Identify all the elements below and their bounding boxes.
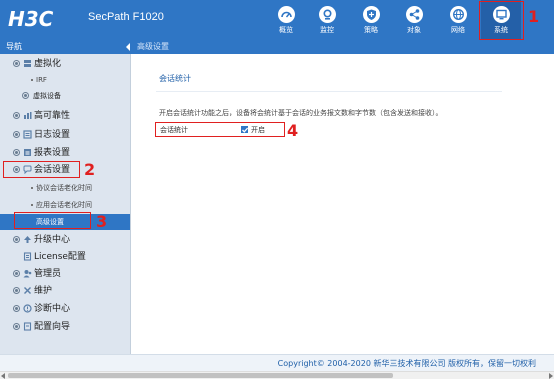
sidebar-item-label: 高可靠性 <box>34 111 71 121</box>
horizontal-scrollbar[interactable] <box>0 371 554 379</box>
enable-checkbox-label[interactable]: 开启 <box>251 125 265 135</box>
sidebar-item-label: 管理员 <box>34 269 62 279</box>
expand-icon <box>13 236 20 243</box>
nav-network-label: 网络 <box>451 26 465 34</box>
wizard-icon <box>23 322 32 331</box>
nav-monitor-button[interactable]: 监控 <box>307 0 347 40</box>
bullet-icon <box>31 79 33 81</box>
expand-icon <box>13 131 20 138</box>
expand-icon <box>13 287 20 294</box>
annotation-3: 3 <box>96 212 108 231</box>
annotation-1: 1 <box>528 7 540 26</box>
sidebar-item-maintenance[interactable]: 维护 <box>0 283 130 299</box>
scrollbar-thumb[interactable] <box>8 373 393 378</box>
sidebar-item-label: 应用会话老化时间 <box>36 201 92 209</box>
section-title: 会话统计 <box>159 74 191 83</box>
sidebar-item-protocol-aging[interactable]: 协议会话老化时间 <box>0 180 130 196</box>
sidebar-item-diagnosis-center[interactable]: 诊断中心 <box>0 301 130 317</box>
product-name: SecPath F1020 <box>88 11 164 23</box>
sidebar-item-label: 配置向导 <box>34 322 71 332</box>
sidebar-item-label: 维护 <box>34 286 53 296</box>
sidebar-item-label: 报表设置 <box>34 148 71 158</box>
expand-icon <box>13 112 20 119</box>
sidebar-item-high-reliability[interactable]: 高可靠性 <box>0 108 130 124</box>
reliability-icon <box>24 112 32 119</box>
enable-checkbox[interactable] <box>241 126 249 133</box>
highlight-box-1 <box>479 1 524 40</box>
annotation-4: 4 <box>287 121 299 140</box>
sidebar-item-admin[interactable]: 管理员 <box>0 266 130 282</box>
bullet-icon <box>31 187 33 189</box>
footer: Copyright© 2004-2020 新华三技术有限公司 版权所有，保留一切… <box>0 354 554 371</box>
session-statistics-label: 会话统计 <box>160 126 188 134</box>
sidebar-item-license[interactable]: License配置 <box>0 249 130 265</box>
nav-policy-label: 策略 <box>364 26 378 34</box>
sidebar-item-label: 升级中心 <box>34 235 71 245</box>
share-icon <box>405 6 423 23</box>
scroll-left-arrow-icon[interactable] <box>1 373 5 379</box>
breadcrumb: 高级设置 <box>131 40 554 54</box>
camera-icon <box>318 6 336 23</box>
expand-icon <box>13 60 20 67</box>
sidebar-item-label: License配置 <box>34 252 86 262</box>
sidebar-item-report-settings[interactable]: 报表设置 <box>0 145 130 161</box>
section-divider <box>156 91 502 92</box>
copyright-text: Copyright© 2004-2020 新华三技术有限公司 版权所有，保留一切… <box>277 359 536 368</box>
sidebar-item-upgrade-center[interactable]: 升级中心 <box>0 232 130 248</box>
expand-icon <box>13 149 20 156</box>
gauge-icon <box>277 6 295 23</box>
expand-icon <box>13 323 20 330</box>
sidebar: 导航 虚拟化 IRF 虚拟设备 高可靠性 日志设置 报表设置 会话设置 协议会话… <box>0 40 131 354</box>
sidebar-item-application-aging[interactable]: 应用会话老化时间 <box>0 197 130 213</box>
sidebar-item-label: 虚拟设备 <box>33 92 61 100</box>
sidebar-title: 导航 <box>0 40 131 54</box>
sidebar-item-label: 日志设置 <box>34 130 71 140</box>
nav-object-button[interactable]: 对象 <box>394 0 434 40</box>
highlight-box-2 <box>3 161 80 178</box>
virtual-icon <box>24 60 31 67</box>
expand-icon <box>22 92 29 99</box>
admin-icon <box>23 270 32 278</box>
expand-icon <box>13 305 20 312</box>
expand-icon <box>13 270 20 277</box>
sidebar-item-virtual-device[interactable]: 虚拟设备 <box>0 88 130 104</box>
sidebar-item-virtualization[interactable]: 虚拟化 <box>0 56 130 72</box>
session-statistics-row: 会话统计 开启 <box>155 122 285 137</box>
shield-icon <box>362 6 380 23</box>
sidebar-item-log-settings[interactable]: 日志设置 <box>0 127 130 143</box>
sidebar-item-label: IRF <box>36 76 47 84</box>
section-description: 开启会话统计功能之后，设备将会统计基于会话的业务报文数和字节数（包含发送和接收）… <box>159 109 443 117</box>
scroll-right-arrow-icon[interactable] <box>549 373 553 379</box>
nav-object-label: 对象 <box>407 26 421 34</box>
log-icon <box>23 130 32 139</box>
diagnosis-icon <box>23 304 32 313</box>
sidebar-item-config-wizard[interactable]: 配置向导 <box>0 319 130 335</box>
sidebar-item-label: 诊断中心 <box>34 304 71 314</box>
sidebar-item-irf[interactable]: IRF <box>0 72 130 88</box>
upgrade-icon <box>24 236 31 243</box>
top-header: H3C SecPath F1020 概览 监控 策略 对象 网络 系统 <box>0 0 554 40</box>
sidebar-item-label: 协议会话老化时间 <box>36 184 92 192</box>
bullet-icon <box>31 204 33 206</box>
license-icon <box>23 252 32 261</box>
sidebar-item-label: 虚拟化 <box>34 59 62 69</box>
nav-overview-label: 概览 <box>279 26 293 34</box>
globe-icon <box>449 6 467 23</box>
nav-overview-button[interactable]: 概览 <box>266 0 306 40</box>
nav-policy-button[interactable]: 策略 <box>351 0 391 40</box>
h3c-logo[interactable]: H3C <box>8 7 53 31</box>
nav-monitor-label: 监控 <box>320 26 334 34</box>
wrench-icon <box>24 287 31 294</box>
main-content: 会话统计 开启会话统计功能之后，设备将会统计基于会话的业务报文数和字节数（包含发… <box>132 54 554 354</box>
highlight-box-3 <box>14 212 91 229</box>
report-icon <box>24 149 31 156</box>
annotation-2: 2 <box>84 160 96 179</box>
nav-network-button[interactable]: 网络 <box>438 0 478 40</box>
